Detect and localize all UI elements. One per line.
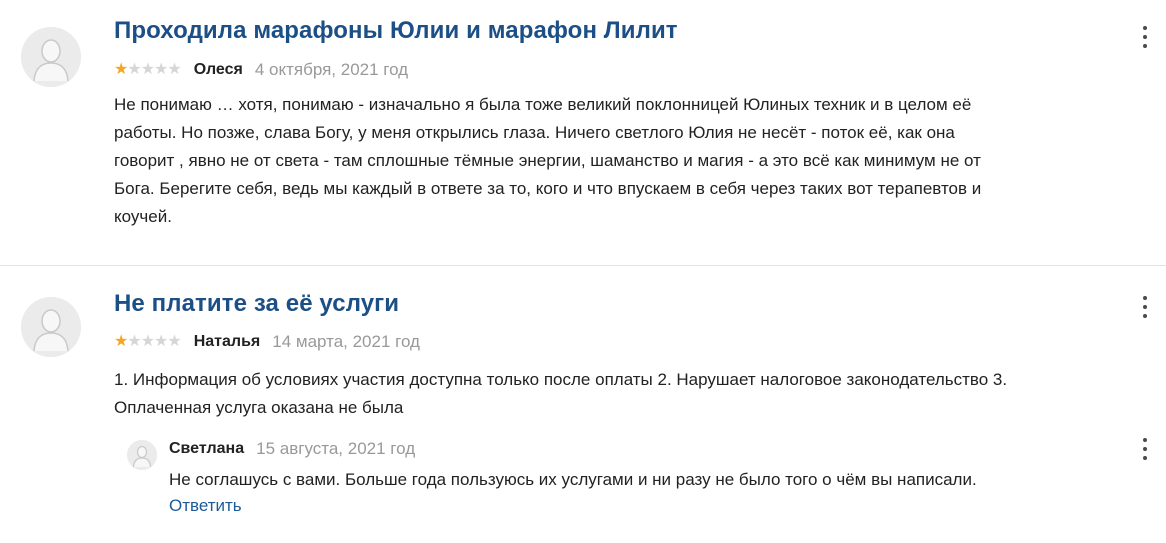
review-text-line: работы. Но позже, слава Богу, у меня отк…: [114, 123, 955, 142]
star-empty-icon: ★: [154, 333, 168, 350]
review-text-line: Не понимаю … хотя, понимаю - изначально …: [114, 95, 972, 114]
review-meta: ★ ★ ★ ★ ★ Олеся 4 октября, 2021 год: [114, 60, 408, 80]
star-filled-icon: ★: [114, 333, 128, 350]
kebab-menu-icon[interactable]: [1140, 438, 1150, 460]
user-silhouette-icon: [21, 297, 81, 357]
review-title[interactable]: Проходила марафоны Юлии и марафон Лилит: [114, 17, 678, 45]
reply-meta: Светлана 15 августа, 2021 год: [169, 439, 415, 459]
review-date: 14 марта, 2021 год: [272, 332, 420, 351]
kebab-menu-icon[interactable]: [1140, 26, 1150, 48]
kebab-menu-icon[interactable]: [1140, 296, 1150, 318]
review-text: Не понимаю … хотя, понимаю - изначально …: [114, 91, 1154, 231]
review-text-line: коучей.: [114, 207, 172, 226]
reply-avatar: [127, 440, 157, 470]
star-empty-icon: ★: [127, 333, 141, 350]
reply-button[interactable]: Ответить: [169, 496, 242, 516]
review-date: 4 октября, 2021 год: [254, 60, 409, 79]
review-card: Проходила марафоны Юлии и марафон Лилит …: [0, 0, 1166, 265]
review-text-line: Оплаченная услуга оказана не была: [114, 398, 404, 417]
review-title[interactable]: Не платите за её услуги: [114, 290, 399, 318]
review-text-line: Бога. Берегите себя, ведь мы каждый в от…: [114, 179, 982, 198]
star-empty-icon: ★: [154, 61, 168, 78]
review-text-line: 1. Информация об условиях участия доступ…: [114, 370, 1008, 389]
review-text-line: говорит , явно не от света - там сплошны…: [114, 151, 981, 170]
reply-author-name: Светлана: [169, 440, 245, 457]
reply-text: Не соглашусь с вами. Больше года пользую…: [169, 470, 977, 489]
star-empty-icon: ★: [127, 61, 141, 78]
rating-stars: ★ ★ ★ ★ ★: [114, 61, 182, 78]
review-meta: ★ ★ ★ ★ ★ Наталья 14 марта, 2021 год: [114, 332, 420, 352]
star-filled-icon: ★: [114, 61, 128, 78]
author-name: Наталья: [193, 333, 261, 350]
review-text: 1. Информация об условиях участия доступ…: [114, 366, 1154, 422]
avatar: [21, 297, 81, 357]
star-empty-icon: ★: [167, 333, 181, 350]
star-empty-icon: ★: [167, 61, 181, 78]
reply-date: 15 августа, 2021 год: [256, 439, 416, 458]
author-name: Олеся: [193, 61, 243, 78]
user-silhouette-icon: [21, 27, 81, 87]
review-card: Не платите за её услуги ★ ★ ★ ★ ★ Наталь…: [0, 266, 1166, 543]
avatar: [21, 27, 81, 87]
star-empty-icon: ★: [140, 333, 155, 350]
rating-stars: ★ ★ ★ ★ ★: [114, 333, 182, 350]
user-silhouette-icon: [127, 440, 157, 470]
star-empty-icon: ★: [140, 61, 155, 78]
